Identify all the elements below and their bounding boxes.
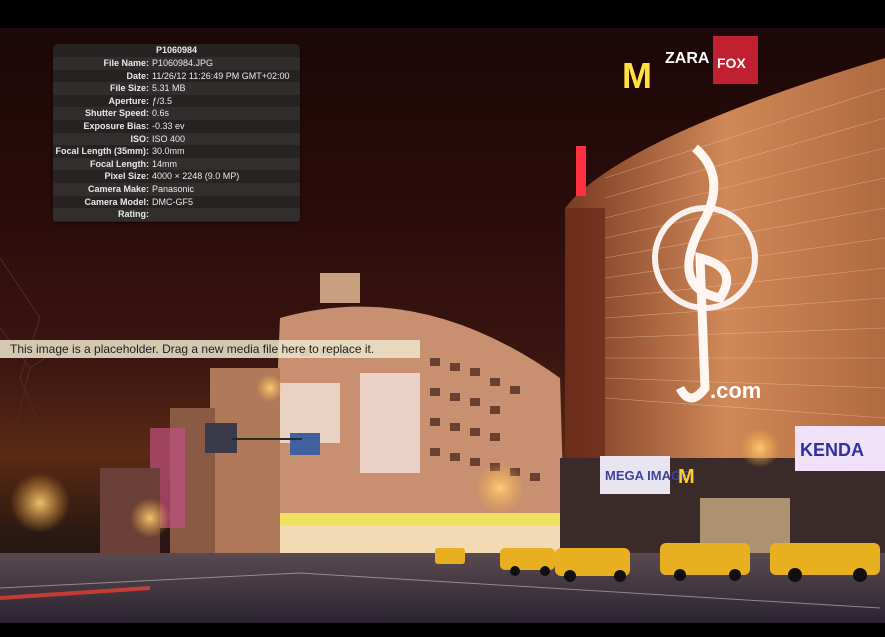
metadata-label: Focal Length (35mm):	[55, 146, 149, 157]
metadata-value: 14mm	[152, 158, 178, 169]
metadata-value: 11/26/12 11:26:49 PM GMT+02:00	[152, 70, 290, 81]
metadata-label: Shutter Speed:	[84, 108, 149, 119]
placeholder-banner: This image is a placeholder. Drag a new …	[0, 340, 420, 358]
metadata-label: Pixel Size:	[104, 171, 149, 182]
metadata-row-focal-length-35mm: Focal Length (35mm): 30.0mm	[53, 145, 300, 158]
metadata-row-rating[interactable]: Rating:	[53, 208, 300, 221]
metadata-row-exposure-bias: Exposure Bias: -0.33 ev	[53, 120, 300, 133]
metadata-value: ƒ/3.5	[152, 95, 173, 106]
svg-text:ZARA: ZARA	[665, 50, 710, 67]
apartment-building	[270, 273, 565, 553]
inspector-title: P1060984	[155, 45, 198, 55]
metadata-label: ISO:	[130, 133, 149, 144]
metadata-row-file-size: File Size: 5.31 MB	[53, 82, 300, 95]
metadata-label: File Size:	[109, 83, 149, 94]
metadata-row-file-name: File Name: P1060984.JPG	[53, 57, 300, 70]
metadata-label: File Name:	[103, 58, 149, 68]
metadata-label: Rating:	[118, 209, 149, 220]
metadata-value: -0.33 ev	[152, 120, 185, 131]
metadata-label: Aperture:	[108, 95, 149, 106]
metadata-label: Camera Model:	[84, 196, 149, 207]
metadata-value: DMC-GF5	[152, 196, 193, 207]
metadata-row-aperture: Aperture: ƒ/3.5	[53, 95, 300, 108]
svg-text:M: M	[678, 466, 695, 488]
metadata-value: P1060984.JPG	[152, 58, 214, 68]
metadata-label: Camera Make:	[87, 183, 149, 194]
metadata-row-camera-model: Camera Model: DMC-GF5	[53, 196, 300, 209]
metadata-row-shutter-speed: Shutter Speed: 0.6s	[53, 107, 300, 120]
metadata-value: 0.6s	[152, 108, 170, 119]
metadata-value: 30.0mm	[152, 146, 185, 157]
metadata-inspector-panel[interactable]: P1060984 File Name: P1060984.JPG Date: 11/…	[53, 44, 300, 222]
metadata-value: Panasonic	[152, 183, 195, 194]
metadata-label: Date:	[126, 70, 149, 81]
metadata-label: Focal Length:	[90, 158, 149, 169]
svg-text:M: M	[622, 55, 652, 96]
metadata-row-date: Date: 11/26/12 11:26:49 PM GMT+02:00	[53, 70, 300, 83]
left-buildings	[100, 368, 280, 553]
metadata-value: ISO 400	[152, 133, 186, 144]
metadata-rows: File Name: P1060984.JPG Date: 11/26/12 11:…	[53, 57, 300, 221]
metadata-row-focal-length: Focal Length: 14mm	[53, 157, 300, 171]
metadata-row-iso: ISO: ISO 400	[53, 132, 300, 146]
metadata-row-camera-make: Camera Make: Panasonic	[53, 182, 300, 196]
metadata-row-pixel-size: Pixel Size: 4000 × 2248 (9.0 MP)	[53, 170, 300, 183]
metadata-value: 5.31 MB	[152, 83, 186, 94]
svg-text:KENDA: KENDA	[800, 440, 864, 460]
music-store-tower: .com M ZARA FOX MEGA IMAGE M KENDA	[560, 36, 885, 568]
rating-value[interactable]	[152, 208, 300, 221]
svg-text:FOX: FOX	[717, 55, 746, 71]
metadata-value: 4000 × 2248 (9.0 MP)	[152, 171, 240, 182]
metadata-label: Exposure Bias:	[83, 120, 149, 131]
svg-text:.com: .com	[710, 378, 761, 403]
